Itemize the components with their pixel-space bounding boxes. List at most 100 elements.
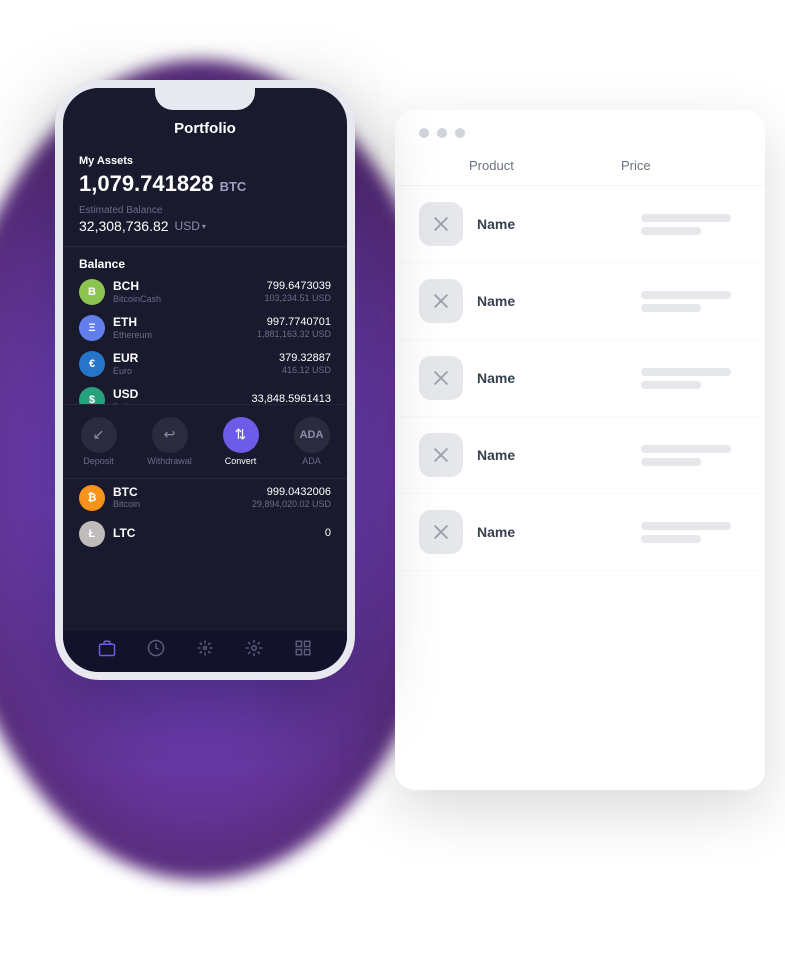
- convert-label: Convert: [225, 456, 257, 466]
- balance-item-ltc: Ł LTC 0: [79, 521, 331, 547]
- eth-symbol: ETH: [113, 315, 257, 329]
- withdrawal-action[interactable]: ↩ Withdrawal: [134, 413, 205, 470]
- convert-icon-wrap: ⇅: [223, 417, 259, 453]
- table-header: Product Price: [395, 150, 765, 186]
- eur-icon: €: [79, 351, 105, 377]
- background-table-card: Product Price Name Name Name: [395, 110, 765, 790]
- row-price-1: [641, 214, 741, 235]
- deposit-icon-wrap: ↙: [81, 417, 117, 453]
- row-icon-2: [419, 279, 463, 323]
- assets-label: My Assets: [79, 155, 331, 167]
- btc-icon: ₿: [79, 485, 105, 511]
- btc-name: Bitcoin: [113, 499, 252, 510]
- price-line: [641, 535, 701, 543]
- bch-usd: 103,234.51 USD: [264, 293, 331, 304]
- btc-symbol: BTC: [113, 485, 252, 499]
- price-line: [641, 291, 731, 299]
- ltc-info: LTC: [113, 526, 325, 540]
- deposit-action[interactable]: ↙ Deposit: [63, 413, 134, 470]
- eth-usd: 1,881,163.32 USD: [257, 329, 331, 340]
- usd-symbol: USD: [113, 387, 251, 401]
- price-line: [641, 381, 701, 389]
- deposit-icon: ↙: [93, 426, 105, 443]
- nav-trade[interactable]: [181, 639, 230, 662]
- usd-amount: 33,848.5961413: [251, 393, 331, 403]
- row-name-1: Name: [477, 216, 641, 232]
- nav-grid[interactable]: [278, 639, 327, 662]
- eth-values: 997.7740701 1,881,163.32 USD: [257, 316, 331, 340]
- ltc-amount: 0: [325, 527, 331, 540]
- price-line: [641, 368, 731, 376]
- balance-label: Balance: [79, 257, 331, 271]
- chevron-down-icon: ▾: [202, 222, 206, 231]
- dot-3: [455, 128, 465, 138]
- btc-values: 999.0432006 29,894,020.02 USD: [252, 486, 331, 510]
- bch-values: 799.6473039 103,234.51 USD: [264, 280, 331, 304]
- assets-section: My Assets 1,079.741828 BTC Estimated Bal…: [63, 145, 347, 247]
- eur-info: EUR Euro: [113, 351, 279, 376]
- price-column-header: Price: [621, 158, 741, 173]
- price-line: [641, 445, 731, 453]
- eur-values: 379.32887 416.12 USD: [279, 352, 331, 376]
- assets-amount: 1,079.741828: [79, 171, 214, 197]
- balance-item-usd: $ USD Dollars 33,848.5961413: [79, 387, 331, 404]
- row-price-3: [641, 368, 741, 389]
- price-line: [641, 458, 701, 466]
- row-icon-1: [419, 202, 463, 246]
- portfolio-title: Portfolio: [79, 120, 331, 137]
- ltc-values: 0: [325, 527, 331, 540]
- dot-1: [419, 128, 429, 138]
- eth-info: ETH Ethereum: [113, 315, 257, 340]
- row-name-2: Name: [477, 293, 641, 309]
- history-nav-icon: [147, 639, 165, 662]
- bottom-nav: [63, 631, 347, 672]
- bch-amount: 799.6473039: [264, 280, 331, 293]
- phone-header: Portfolio: [63, 116, 347, 145]
- price-line: [641, 214, 731, 222]
- deposit-label: Deposit: [83, 456, 114, 466]
- ltc-icon: Ł: [79, 521, 105, 547]
- estimated-value: 32,308,736.82 USD ▾: [79, 218, 331, 234]
- convert-action[interactable]: ⇅ Convert: [205, 413, 276, 470]
- withdrawal-icon: ↩: [164, 426, 176, 443]
- row-price-4: [641, 445, 741, 466]
- balance-item-eur: € EUR Euro 379.32887 416.12 USD: [79, 351, 331, 377]
- portfolio-nav-icon: [98, 639, 116, 662]
- balance-section: Balance B BCH BitcoinCash 799.6473039 10…: [63, 247, 347, 404]
- eur-usd: 416.12 USD: [279, 365, 331, 376]
- ada-icon-wrap: ADA: [294, 417, 330, 453]
- phone-screen: Portfolio My Assets 1,079.741828 BTC Est…: [55, 80, 355, 680]
- eur-name: Euro: [113, 366, 279, 377]
- balance-item-eth: Ξ ETH Ethereum 997.7740701 1,881,163.32 …: [79, 315, 331, 341]
- nav-portfolio[interactable]: [83, 639, 132, 662]
- phone-device: Portfolio My Assets 1,079.741828 BTC Est…: [55, 80, 355, 680]
- table-row: Name: [395, 263, 765, 340]
- row-icon-5: [419, 510, 463, 554]
- row-name-3: Name: [477, 370, 641, 386]
- row-name-5: Name: [477, 524, 641, 540]
- row-name-4: Name: [477, 447, 641, 463]
- table-row: Name: [395, 186, 765, 263]
- bch-name: BitcoinCash: [113, 294, 264, 305]
- table-row: Name: [395, 340, 765, 417]
- price-line: [641, 227, 701, 235]
- eth-name: Ethereum: [113, 330, 257, 341]
- row-icon-4: [419, 433, 463, 477]
- eur-symbol: EUR: [113, 351, 279, 365]
- usd-info: USD Dollars: [113, 387, 251, 403]
- phone-notch: [155, 88, 255, 110]
- estimated-label: Estimated Balance: [79, 205, 331, 216]
- balance-item-bch: B BCH BitcoinCash 799.6473039 103,234.51…: [79, 279, 331, 305]
- row-icon-3: [419, 356, 463, 400]
- grid-nav-icon: [294, 639, 312, 662]
- nav-settings[interactable]: [229, 639, 278, 662]
- withdrawal-label: Withdrawal: [147, 456, 192, 466]
- usd-icon: $: [79, 387, 105, 404]
- ltc-symbol: LTC: [113, 526, 325, 540]
- ada-action[interactable]: ADA ADA: [276, 413, 347, 470]
- usd-values: 33,848.5961413: [251, 393, 331, 403]
- nav-history[interactable]: [132, 639, 181, 662]
- row-price-5: [641, 522, 741, 543]
- product-column-header: Product: [419, 158, 621, 173]
- currency-selector[interactable]: USD ▾: [175, 219, 206, 233]
